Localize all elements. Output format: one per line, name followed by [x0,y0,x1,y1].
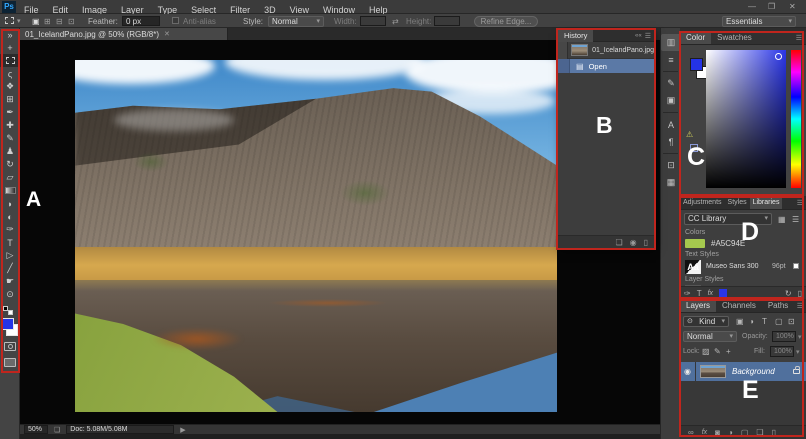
intersect-selection-icon[interactable]: ⊡ [68,17,75,26]
link-dimensions-icon[interactable]: ⇄ [392,17,399,26]
minimize-button[interactable]: — [748,2,756,11]
photo-grassland-band [75,246,557,280]
status-page-icon: ❏ [54,426,61,434]
tab-close-icon[interactable]: ✕ [164,30,170,38]
workspace-dropdown[interactable]: Essentials ▾ [722,16,796,27]
style-value: Normal [272,16,298,26]
window-bottom-strip [20,434,660,439]
add-selection-icon[interactable]: ⊞ [44,17,51,26]
refine-edge-button[interactable]: Refine Edge... [474,16,538,27]
dock-histogram-icon[interactable]: ▦ [661,174,681,191]
photo-orange-grass-patch [152,327,243,350]
status-bar: 50% ❏ Doc: 5.08M/5.08M ▶ [20,424,660,434]
photo-green-patch-2 [132,151,169,172]
dock-divider [663,71,678,72]
height-label: Height: [406,17,432,26]
photo-shore-reflection [75,280,557,291]
dock-divider [663,112,678,113]
annotation-box-b [556,28,656,250]
photo-orange-reed-patch [267,299,388,308]
width-label: Width: [334,17,357,26]
photoshop-window: Ps File Edit Image Layer Type Select Filter 3D V… [0,0,806,439]
doc-size-info: Doc: 5.08M/5.08M [66,425,175,434]
height-input[interactable] [434,16,460,26]
dock-properties-icon[interactable]: ≡ [661,51,681,68]
ps-logo: Ps [2,1,16,13]
feather-label: Feather: [88,17,118,26]
annotation-box-e [679,299,804,437]
style-caret-icon: ▾ [316,17,320,25]
color-foreground-swatch[interactable] [690,58,703,71]
style-label: Style: [243,17,264,26]
annotation-box-a [1,29,20,373]
options-bar: ▾ ▣ ⊞ ⊟ ⊡ Feather: 0 px Anti-alias Style… [0,14,806,28]
workspace-value: Essentials [726,16,763,26]
document-tab-title: 01_IcelandPano.jpg @ 50% (RGB/8*) [25,29,159,39]
photo-green-patch-1 [340,179,391,206]
marquee-tool-icon [5,17,14,24]
dock-character-icon[interactable]: A [661,116,681,133]
tool-preset-caret-icon[interactable]: ▾ [17,17,21,25]
feather-input[interactable]: 0 px [122,16,160,26]
anti-alias-label: Anti-alias [183,17,216,26]
annotation-label-e: E [742,376,759,404]
status-menu-arrow-icon[interactable]: ▶ [180,426,185,434]
style-dropdown[interactable]: Normal ▾ [268,16,324,27]
new-selection-icon[interactable]: ▣ [32,17,40,26]
restore-button[interactable]: ❐ [768,2,775,11]
dock-divider [663,153,678,154]
workspace-caret-icon: ▾ [788,17,792,25]
menu-bar: Ps File Edit Image Layer Type Select Filter 3D V… [0,0,806,15]
zoom-level-field[interactable]: 50% [24,425,48,434]
dock-history-icon[interactable]: ▥ [661,34,681,51]
annotation-label-d: D [741,218,760,246]
dock-paragraph-icon[interactable]: ¶ [661,133,681,150]
annotation-label-b: B [596,112,613,138]
subtract-selection-icon[interactable]: ⊟ [56,17,63,26]
dock-clone-source-icon[interactable]: ▣ [661,92,681,109]
anti-alias-checkbox[interactable] [172,17,179,24]
close-button[interactable]: ✕ [789,2,796,11]
dock-info-icon[interactable]: ⊡ [661,157,681,174]
document-tab[interactable]: 01_IcelandPano.jpg @ 50% (RGB/8*) ✕ [20,28,228,40]
photo-iceland-pano[interactable] [75,60,557,412]
dock-brush-settings-icon[interactable]: ✎ [661,75,681,92]
width-input[interactable] [360,16,386,26]
panel-dock-strip: ▥ ≡ ✎ ▣ A ¶ ⊡ ▦ [660,28,681,439]
annotation-label-c: C [687,143,706,171]
annotation-label-a: A [26,188,42,211]
annotation-box-d [679,196,804,299]
